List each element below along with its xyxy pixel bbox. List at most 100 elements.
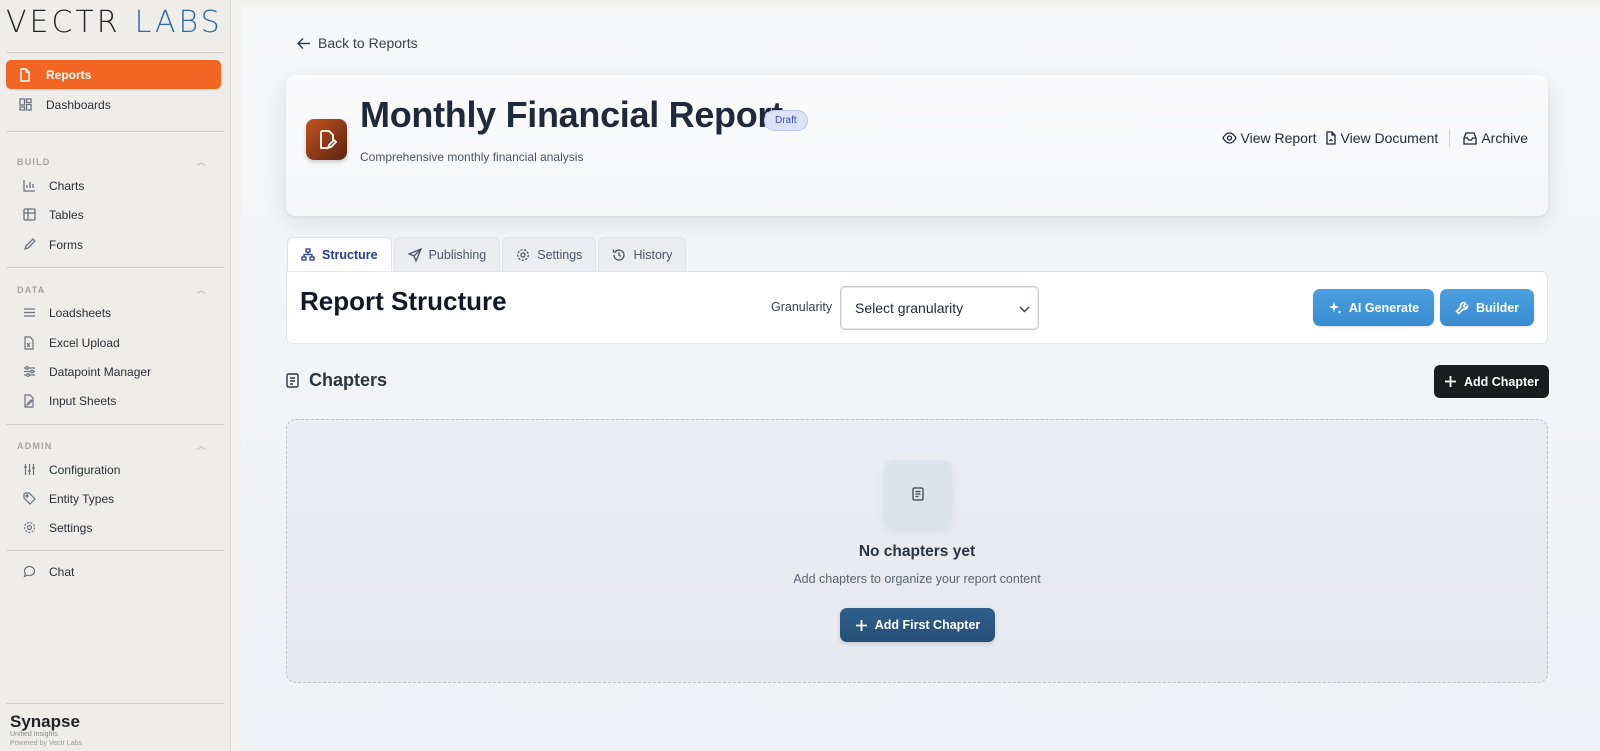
wrench-icon xyxy=(1455,301,1469,315)
tab-history[interactable]: History xyxy=(598,237,687,271)
sidebar-item-label: Configuration xyxy=(49,462,121,477)
sidebar-item-dashboards[interactable]: Dashboards xyxy=(6,90,221,119)
sidebar-item-loadsheets[interactable]: Loadsheets xyxy=(6,298,221,327)
brand-tagline: Unified Insights xyxy=(10,731,58,738)
section-label-data[interactable]: DATA ︿ xyxy=(17,283,207,296)
empty-state-description-text: Add chapters to organize your report con… xyxy=(793,572,1041,586)
dashboard-icon xyxy=(18,98,32,112)
sparkle-icon xyxy=(1328,301,1342,315)
sidebar-item-configuration[interactable]: Configuration xyxy=(6,455,221,484)
columns-sliders-icon xyxy=(22,463,36,477)
spreadsheet-file-icon xyxy=(22,335,36,350)
file-icon xyxy=(18,67,32,82)
book-icon xyxy=(286,373,299,388)
divider xyxy=(6,703,224,704)
table-icon xyxy=(22,208,36,222)
sidebar-item-datapoint-manager[interactable]: Datapoint Manager xyxy=(6,357,221,386)
tab-label: Settings xyxy=(537,247,583,262)
empty-state-title: No chapters yet xyxy=(0,543,1600,561)
header-actions: View Report View Document Archive xyxy=(1221,129,1528,147)
tab-settings[interactable]: Settings xyxy=(502,237,597,271)
sidebar-item-label: Charts xyxy=(49,178,85,193)
page-title: Monthly Financial Report xyxy=(360,94,783,135)
section-title: Report Structure xyxy=(300,286,507,316)
gear-icon xyxy=(22,521,36,535)
sidebar-item-label: Input Sheets xyxy=(49,393,117,408)
sidebar-item-excel-upload[interactable]: Excel Upload xyxy=(6,328,221,357)
sidebar: VECTR LABS Reports Dashboards BUILD ︿ Ch… xyxy=(0,0,231,751)
view-document-label: View Document xyxy=(1340,130,1439,146)
chevron-down-icon xyxy=(1019,300,1030,316)
sidebar-item-entity-types[interactable]: Entity Types xyxy=(6,484,221,513)
sidebar-item-forms[interactable]: Forms xyxy=(6,230,221,259)
divider xyxy=(1449,129,1451,147)
divider xyxy=(6,424,224,425)
archive-label: Archive xyxy=(1481,130,1528,146)
tab-label: Publishing xyxy=(428,247,487,262)
add-chapter-label: Add Chapter xyxy=(1464,374,1539,389)
sidebar-item-label: Datapoint Manager xyxy=(49,364,152,379)
sidebar-item-label: Excel Upload xyxy=(49,335,120,350)
sidebar-item-label: Loadsheets xyxy=(49,305,112,320)
view-report-button[interactable]: View Report xyxy=(1221,130,1317,146)
chevron-up-icon: ︿ xyxy=(196,285,207,295)
sidebar-item-input-sheets[interactable]: Input Sheets xyxy=(6,386,221,415)
section-label-build[interactable]: BUILD ︿ xyxy=(17,155,207,168)
sidebar-item-charts[interactable]: Charts xyxy=(6,171,221,200)
sidebar-item-settings[interactable]: Settings xyxy=(6,513,221,542)
tab-bar: Structure Publishing Settings History xyxy=(287,237,688,271)
back-to-reports-link[interactable]: Back to Reports xyxy=(296,35,418,51)
sidebar-item-label: Dashboards xyxy=(46,97,111,112)
tab-structure[interactable]: Structure xyxy=(287,237,392,271)
divider xyxy=(6,52,224,53)
arrow-left-icon xyxy=(296,37,311,50)
sidebar-item-label: Entity Types xyxy=(49,491,115,506)
report-edit-icon xyxy=(306,119,347,160)
report-description: Comprehensive monthly financial analysis xyxy=(360,150,584,164)
archive-icon xyxy=(1463,131,1477,145)
gear-icon xyxy=(516,248,530,262)
add-first-chapter-button[interactable]: Add First Chapter xyxy=(840,608,995,642)
section-label-text: DATA xyxy=(17,284,46,295)
chevron-up-icon: ︿ xyxy=(196,157,207,167)
tab-publishing[interactable]: Publishing xyxy=(393,237,501,271)
ai-generate-button[interactable]: AI Generate xyxy=(1313,289,1434,326)
section-label-admin[interactable]: ADMIN ︿ xyxy=(17,439,207,452)
add-chapter-button[interactable]: Add Chapter xyxy=(1434,365,1549,398)
document-icon xyxy=(1325,131,1337,145)
builder-label: Builder xyxy=(1475,300,1520,315)
empty-state-description: Add chapters to organize your report con… xyxy=(0,572,1600,586)
back-link-label: Back to Reports xyxy=(318,35,418,51)
chapters-heading-label: Chapters xyxy=(309,370,388,390)
add-first-chapter-label: Add First Chapter xyxy=(874,618,981,632)
book-icon xyxy=(884,460,952,528)
sidebar-item-label: Settings xyxy=(49,520,93,535)
view-report-label: View Report xyxy=(1240,130,1317,146)
edit-file-icon xyxy=(22,393,36,408)
logo-text-secondary: LABS xyxy=(134,4,223,40)
divider xyxy=(6,267,224,268)
chapters-heading: Chapters xyxy=(286,370,387,391)
brand-name: Synapse xyxy=(10,712,80,731)
tab-label: History xyxy=(633,247,673,262)
sidebar-item-tables[interactable]: Tables xyxy=(6,200,221,229)
history-icon xyxy=(612,248,626,262)
sidebar-item-label: Tables xyxy=(49,207,84,222)
divider xyxy=(6,131,224,132)
empty-state-title-text: No chapters yet xyxy=(858,543,976,560)
section-label-text: ADMIN xyxy=(17,440,53,451)
section-label-text: BUILD xyxy=(17,156,51,167)
sidebar-item-label: Reports xyxy=(46,67,92,82)
granularity-select[interactable]: Select granularity xyxy=(840,286,1039,330)
sidebar-item-reports[interactable]: Reports xyxy=(6,60,221,89)
plus-icon xyxy=(1444,375,1457,388)
tag-icon xyxy=(22,492,36,506)
archive-button[interactable]: Archive xyxy=(1463,130,1528,146)
logo: VECTR LABS xyxy=(6,4,223,40)
builder-button[interactable]: Builder xyxy=(1440,289,1534,326)
granularity-value: Select granularity xyxy=(855,300,964,316)
view-document-button[interactable]: View Document xyxy=(1325,130,1439,146)
tab-label: Structure xyxy=(322,247,378,262)
plus-icon xyxy=(855,619,868,632)
brand-powered-by: Powered by Vectr Labs xyxy=(10,740,82,747)
